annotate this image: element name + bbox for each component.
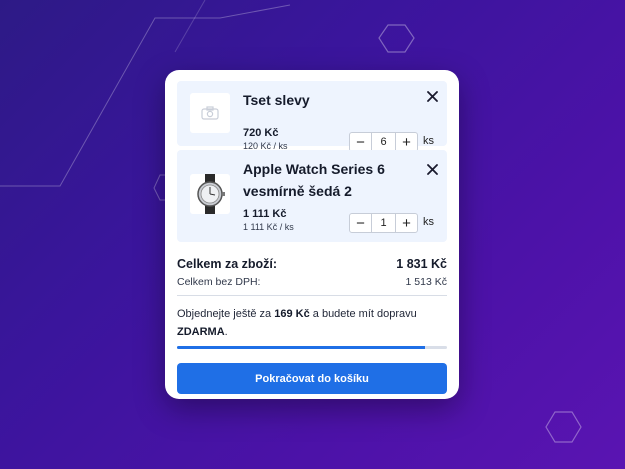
cart-item: Tset slevy 720 Kč 120 Kč / ks − 6 + ks — [177, 81, 447, 152]
watch-product-image[interactable] — [190, 174, 230, 214]
vat-value: 1 513 Kč — [405, 276, 447, 288]
increase-quantity-button[interactable]: + — [396, 133, 417, 151]
remove-item-button[interactable] — [425, 162, 439, 176]
cart-item: Apple Watch Series 6 vesmírně šedá 2 1 1… — [177, 150, 447, 242]
total-row: Celkem za zboží: 1 831 Kč — [177, 257, 447, 271]
continue-to-cart-button[interactable]: Pokračovat do košíku — [177, 363, 447, 394]
quantity-value[interactable]: 1 — [371, 214, 396, 232]
close-icon — [426, 90, 438, 102]
camera-placeholder-icon — [190, 93, 230, 133]
vat-row: Celkem bez DPH: 1 513 Kč — [177, 276, 447, 288]
quantity-stepper: − 1 + — [349, 213, 418, 233]
shipping-amount: 169 Kč — [274, 308, 310, 320]
close-icon — [426, 163, 438, 175]
decrease-quantity-button[interactable]: − — [350, 133, 371, 151]
remove-item-button[interactable] — [425, 89, 439, 103]
free-shipping-progress-fill — [177, 346, 426, 349]
quantity-value[interactable]: 6 — [371, 133, 396, 151]
decrease-quantity-button[interactable]: − — [350, 214, 371, 232]
quantity-unit: ks — [423, 216, 434, 228]
item-name-line-1: Apple Watch Series 6 — [243, 161, 385, 177]
shipping-free-label: ZDARMA — [177, 326, 225, 338]
quantity-unit: ks — [423, 135, 434, 147]
shipping-text-after: . — [224, 326, 228, 338]
item-price: 1 111 Kč — [243, 208, 287, 220]
item-unit-price: 1 111 Kč / ks — [243, 222, 294, 232]
mini-cart-popup: Tset slevy 720 Kč 120 Kč / ks − 6 + ks A… — [165, 70, 459, 399]
shipping-text-before: Objednejte ještě za — [177, 308, 275, 320]
item-price: 720 Kč — [243, 127, 279, 139]
free-shipping-progress-bar — [177, 346, 447, 349]
item-name[interactable]: Apple Watch Series 6 vesmírně šedá 2 — [243, 158, 393, 202]
item-name[interactable]: Tset slevy — [243, 89, 393, 111]
free-shipping-message: Objednejte ještě za 169 Kč a budete mít … — [177, 305, 447, 341]
quantity-stepper: − 6 + — [349, 132, 418, 152]
total-value: 1 831 Kč — [396, 257, 447, 271]
shipping-text-middle: a budete mít dopravu — [309, 308, 417, 320]
vat-label: Celkem bez DPH: — [177, 276, 261, 288]
divider — [177, 295, 447, 296]
total-label: Celkem za zboží: — [177, 257, 278, 271]
item-name-line-2: vesmírně šedá 2 — [243, 183, 352, 199]
increase-quantity-button[interactable]: + — [396, 214, 417, 232]
